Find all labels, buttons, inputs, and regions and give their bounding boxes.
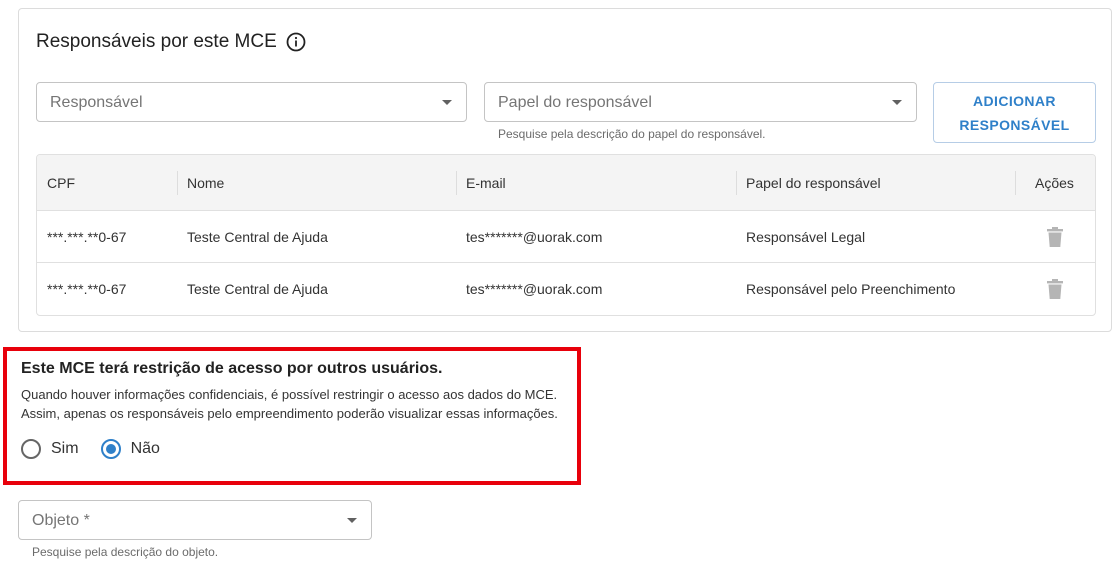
radio-sim[interactable]: Sim: [21, 439, 79, 459]
responsaveis-table: CPF Nome E-mail Papel do responsável Açõ…: [36, 154, 1096, 316]
papel-helper-text: Pesquise pela descrição do papel do resp…: [498, 127, 766, 141]
radio-nao-circle[interactable]: [100, 439, 121, 459]
restricao-title: Este MCE terá restrição de acesso por ou…: [21, 360, 443, 377]
responsavel-select[interactable]: Responsável: [36, 82, 467, 122]
column-header-acoes: Ações: [1035, 175, 1074, 191]
column-header-email[interactable]: E-mail: [466, 155, 506, 211]
cell-papel: Responsável Legal: [746, 229, 866, 245]
restricao-desc-line2: Assim, apenas os responsáveis pelo empre…: [21, 406, 558, 421]
column-separator: [456, 171, 457, 195]
column-header-papel[interactable]: Papel do responsável: [746, 155, 881, 211]
papel-select[interactable]: Papel do responsável: [484, 82, 917, 122]
radio-sim-label: Sim: [51, 440, 79, 457]
responsaveis-card: Responsáveis por este MCE Responsável Pa…: [18, 8, 1112, 332]
restricao-radio-group: Sim Não: [21, 439, 182, 459]
restricao-section: Este MCE terá restrição de acesso por ou…: [3, 347, 581, 485]
objeto-helper-text: Pesquise pela descrição do objeto.: [32, 545, 219, 559]
chevron-down-icon: [442, 100, 452, 105]
column-header-nome[interactable]: Nome: [187, 155, 224, 211]
objeto-select-placeholder: Objeto *: [32, 512, 90, 529]
chevron-down-icon: [892, 100, 902, 105]
column-header-cpf[interactable]: CPF: [47, 155, 75, 211]
radio-nao[interactable]: Não: [100, 439, 160, 459]
restricao-description: Quando houver informações confidenciais,…: [21, 385, 558, 423]
responsaveis-title: Responsáveis por este MCE: [36, 31, 306, 53]
trash-icon[interactable]: [1047, 227, 1063, 247]
table-row: ***.***.**0-67 Teste Central de Ajuda te…: [37, 211, 1095, 263]
trash-icon[interactable]: [1047, 279, 1063, 299]
cell-cpf: ***.***.**0-67: [47, 281, 127, 297]
cell-nome: Teste Central de Ajuda: [187, 229, 328, 245]
responsaveis-title-text: Responsáveis por este MCE: [36, 31, 277, 52]
chevron-down-icon: [347, 518, 357, 523]
responsavel-select-placeholder: Responsável: [50, 94, 143, 111]
info-icon[interactable]: [286, 32, 306, 52]
table-row: ***.***.**0-67 Teste Central de Ajuda te…: [37, 263, 1095, 315]
cell-cpf: ***.***.**0-67: [47, 229, 127, 245]
radio-nao-label: Não: [130, 440, 160, 457]
cell-papel: Responsável pelo Preenchimento: [746, 281, 956, 297]
cell-email: tes*******@uorak.com: [466, 281, 603, 297]
cell-nome: Teste Central de Ajuda: [187, 281, 328, 297]
cell-email: tes*******@uorak.com: [466, 229, 603, 245]
column-separator: [177, 171, 178, 195]
table-header: CPF Nome E-mail Papel do responsável Açõ…: [37, 155, 1095, 211]
column-separator: [1015, 171, 1016, 195]
column-separator: [736, 171, 737, 195]
add-button-line1: ADICIONAR: [973, 92, 1056, 109]
objeto-select[interactable]: Objeto *: [18, 500, 372, 540]
add-responsavel-button[interactable]: ADICIONAR RESPONSÁVEL: [933, 82, 1096, 143]
radio-sim-circle[interactable]: [21, 439, 41, 459]
add-button-line2: RESPONSÁVEL: [959, 116, 1070, 133]
papel-select-placeholder: Papel do responsável: [498, 94, 652, 111]
restricao-desc-line1: Quando houver informações confidenciais,…: [21, 387, 558, 402]
